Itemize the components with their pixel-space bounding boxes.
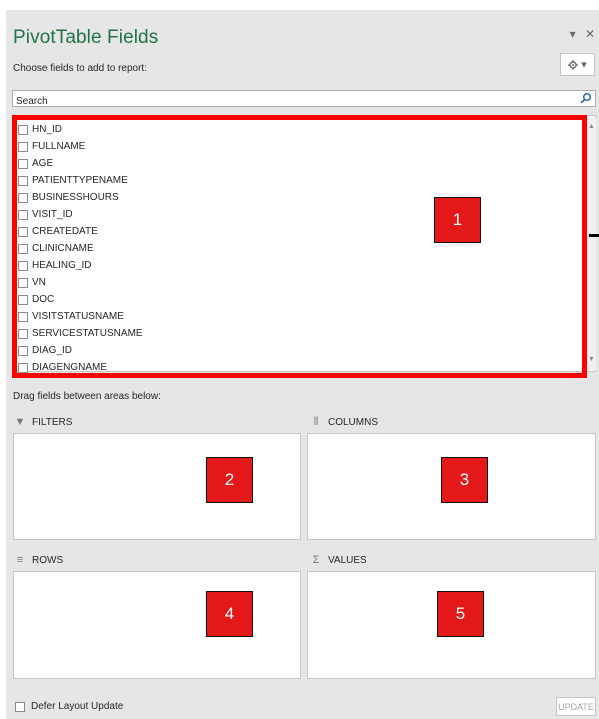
search-icon[interactable] [580, 92, 592, 104]
field-checkbox[interactable] [18, 345, 28, 356]
values-label: VALUES [328, 554, 367, 566]
rows-label: ROWS [32, 554, 64, 566]
field-item[interactable]: CLINICNAME [13, 240, 595, 257]
field-checkbox[interactable] [18, 260, 28, 271]
filters-label: FILTERS [32, 416, 73, 428]
pane-options-dropdown-icon[interactable]: ▾ [570, 27, 576, 41]
search-box [12, 90, 596, 109]
field-item[interactable]: VISIT_ID [13, 206, 595, 223]
field-label: CREATEDATE [32, 226, 98, 237]
filters-header: ▼ FILTERS [14, 411, 73, 433]
scroll-down-icon[interactable]: ▼ [587, 356, 596, 366]
field-checkbox[interactable] [18, 192, 28, 203]
field-checkbox[interactable] [18, 141, 28, 152]
field-item[interactable]: DIAGENGNAME [13, 359, 595, 376]
columns-label: COLUMNS [328, 416, 379, 428]
field-checkbox[interactable] [18, 328, 28, 339]
update-button[interactable]: UPDATE [556, 697, 596, 716]
field-checkbox[interactable] [18, 226, 28, 237]
field-item[interactable]: VN [13, 274, 595, 291]
field-label: VN [32, 277, 46, 288]
annotation-marker-3: 3 [441, 457, 488, 503]
defer-layout-label: Defer Layout Update [31, 701, 124, 712]
field-item[interactable]: CREATEDATE [13, 223, 595, 240]
field-label: AGE [32, 158, 54, 169]
field-label: SERVICESTATUSNAME [32, 328, 143, 339]
field-label: FULLNAME [32, 141, 86, 152]
field-item[interactable]: BUSINESSHOURS [13, 189, 595, 206]
field-list-items: HN_ID FULLNAME AGE PATIENTTYPENAME BUSINESSH… [13, 116, 595, 376]
filter-icon: ▼ [14, 416, 26, 428]
field-label: BUSINESSHOURS [32, 192, 119, 203]
field-label: DIAGENGNAME [32, 362, 108, 373]
chevron-down-icon: ▾ [581, 59, 587, 71]
field-item[interactable]: SERVICESTATUSNAME [13, 325, 595, 342]
field-checkbox[interactable] [18, 311, 28, 322]
field-label: VISITSTATUSNAME [32, 311, 124, 322]
field-item[interactable]: HEALING_ID [13, 257, 595, 274]
pane-title: PivotTable Fields [13, 27, 159, 48]
field-checkbox[interactable] [18, 294, 28, 305]
field-label: HEALING_ID [32, 260, 92, 271]
pane-controls: ▾ ✕ [564, 27, 595, 41]
field-list: HN_ID FULLNAME AGE PATIENTTYPENAME BUSINESSH… [12, 115, 596, 373]
sigma-icon: Σ [312, 554, 320, 566]
pane-subtitle: Choose fields to add to report: [13, 63, 147, 74]
annotation-marker-5: 5 [437, 591, 484, 637]
field-label: PATIENTTYPENAME [32, 175, 128, 186]
rows-header: ≡ ROWS [14, 549, 63, 571]
defer-layout-update[interactable]: Defer Layout Update [15, 701, 123, 712]
field-item[interactable]: FULLNAME [13, 138, 595, 155]
scroll-marker [589, 234, 599, 237]
field-label: DOC [32, 294, 55, 305]
search-input[interactable] [13, 94, 573, 109]
field-checkbox[interactable] [18, 124, 28, 135]
filters-drop-area[interactable] [13, 433, 301, 540]
field-checkbox[interactable] [18, 362, 28, 373]
field-list-scrollbar[interactable] [587, 118, 596, 370]
field-checkbox[interactable] [18, 209, 28, 220]
field-checkbox[interactable] [18, 175, 28, 186]
scroll-up-icon[interactable]: ▲ [587, 123, 596, 133]
field-checkbox[interactable] [18, 243, 28, 254]
field-item[interactable]: DIAG_ID [13, 342, 595, 359]
field-label: CLINICNAME [32, 243, 94, 254]
close-icon[interactable]: ✕ [585, 27, 595, 41]
annotation-marker-4: 4 [206, 591, 253, 637]
field-checkbox[interactable] [18, 277, 28, 288]
field-label: VISIT_ID [32, 209, 73, 220]
field-item[interactable]: DOC [13, 291, 595, 308]
field-label: HN_ID [32, 124, 63, 135]
annotation-marker-2: 2 [206, 457, 253, 503]
field-label: DIAG_ID [32, 345, 73, 356]
annotation-marker-1: 1 [434, 197, 481, 243]
field-item[interactable]: AGE [13, 155, 595, 172]
tools-button[interactable]: ▾ [560, 53, 595, 76]
columns-header: ⦀ COLUMNS [310, 411, 378, 433]
drag-areas-label: Drag fields between areas below: [13, 391, 161, 402]
field-item[interactable]: VISITSTATUSNAME [13, 308, 595, 325]
values-header: Σ VALUES [310, 549, 367, 571]
rows-icon: ≡ [16, 554, 24, 566]
defer-layout-checkbox[interactable] [15, 701, 25, 712]
field-checkbox[interactable] [18, 158, 28, 169]
field-item[interactable]: PATIENTTYPENAME [13, 172, 595, 189]
columns-icon: ⦀ [313, 415, 319, 428]
gear-icon [568, 59, 579, 70]
field-item[interactable]: HN_ID [13, 121, 595, 138]
rows-drop-area[interactable] [13, 571, 301, 679]
